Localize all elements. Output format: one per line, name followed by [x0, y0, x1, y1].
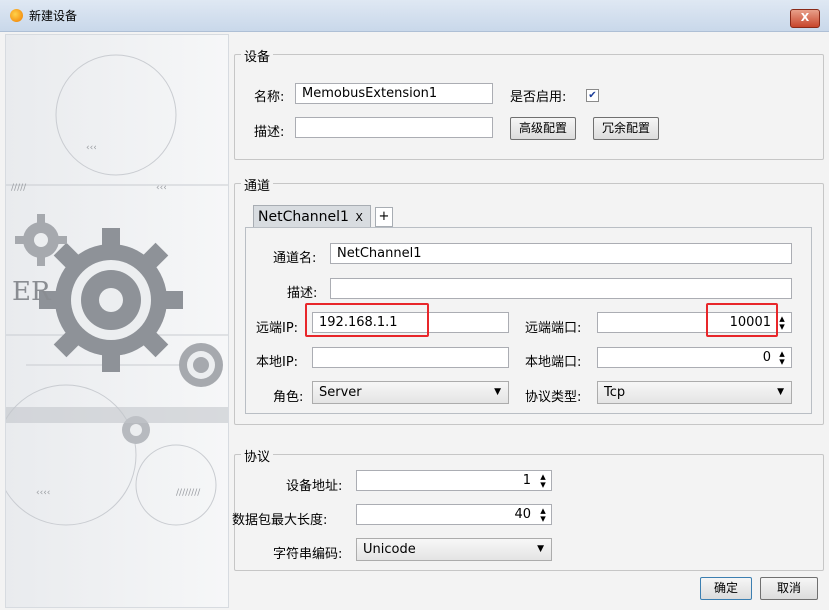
chevron-down-icon: ▼	[494, 387, 501, 397]
device-name-input[interactable]: MemobusExtension1	[295, 83, 493, 104]
remote-port-label: 远端端口:	[525, 321, 582, 336]
ok-button[interactable]: 确定	[700, 577, 752, 600]
device-address-stepper[interactable]: 1	[356, 470, 552, 491]
remote-port-highlight	[706, 303, 778, 337]
svg-text:‹‹‹: ‹‹‹	[86, 143, 97, 153]
encoding-select[interactable]: Unicode ▼	[356, 538, 552, 561]
redundancy-config-button[interactable]: 冗余配置	[593, 117, 659, 140]
local-port-label: 本地端口:	[525, 355, 582, 370]
gears-illustration: ‹‹‹ ‹‹‹ ///// ‹‹‹‹ ////////	[6, 54, 228, 526]
tab-close-icon[interactable]: X	[355, 211, 363, 224]
channel-desc-label: 描述:	[287, 286, 318, 301]
protocol-type-label: 协议类型:	[525, 390, 582, 405]
local-port-stepper[interactable]: 0	[597, 347, 792, 368]
device-group: 设备	[234, 46, 824, 160]
svg-text:‹‹‹: ‹‹‹	[156, 183, 167, 193]
max-packet-spin-icon[interactable]: ▴ ▾	[538, 505, 548, 524]
channel-name-input[interactable]: NetChannel1	[330, 243, 792, 264]
device-address-label: 设备地址:	[286, 479, 343, 494]
svg-text:////////: ////////	[176, 488, 201, 498]
device-desc-input[interactable]	[295, 117, 493, 138]
tab-netchannel1[interactable]: NetChannel1 X	[253, 205, 371, 228]
max-packet-label: 数据包最大长度:	[232, 513, 328, 528]
cancel-button[interactable]: 取消	[760, 577, 818, 600]
role-value: Server	[319, 385, 362, 400]
remote-ip-label: 远端IP:	[256, 321, 299, 336]
dialog-window: 新建设备 X ‹‹‹ ‹‹‹ ///// ‹‹‹‹ //////// ER 设备…	[0, 0, 829, 610]
max-packet-stepper[interactable]: 40	[356, 504, 552, 525]
device-legend: 设备	[241, 46, 274, 65]
close-button[interactable]: X	[790, 9, 820, 28]
role-select[interactable]: Server ▼	[312, 381, 509, 404]
protocol-type-select[interactable]: Tcp ▼	[597, 381, 792, 404]
side-artwork: ‹‹‹ ‹‹‹ ///// ‹‹‹‹ //////// ER	[5, 34, 229, 608]
local-port-spin-icon[interactable]: ▴ ▾	[777, 348, 787, 367]
device-desc-label: 描述:	[254, 125, 285, 140]
window-title: 新建设备	[29, 9, 78, 23]
channel-legend: 通道	[241, 175, 274, 194]
chevron-down-icon: ▼	[777, 387, 784, 397]
encoding-value: Unicode	[363, 542, 416, 557]
protocol-type-value: Tcp	[604, 385, 626, 400]
title-bar[interactable]: 新建设备 X	[0, 0, 829, 32]
role-label: 角色:	[273, 390, 304, 405]
device-address-spin-icon[interactable]: ▴ ▾	[538, 471, 548, 490]
channel-desc-input[interactable]	[330, 278, 792, 299]
protocol-legend: 协议	[241, 446, 274, 465]
local-ip-label: 本地IP:	[256, 355, 299, 370]
enable-label: 是否启用:	[510, 90, 567, 105]
svg-text://///: /////	[11, 183, 27, 193]
tab-label: NetChannel1	[258, 209, 349, 225]
advanced-config-button[interactable]: 高级配置	[510, 117, 576, 140]
app-icon	[10, 9, 23, 22]
enable-checkbox[interactable]: ✔	[586, 89, 599, 102]
chevron-down-icon: ▼	[537, 544, 544, 554]
art-lettering: ER	[12, 277, 51, 307]
encoding-label: 字符串编码:	[273, 547, 343, 562]
remote-ip-highlight	[305, 303, 429, 337]
channel-name-label: 通道名:	[273, 251, 317, 266]
remote-port-spin-icon[interactable]: ▴ ▾	[777, 313, 787, 332]
local-ip-input[interactable]	[312, 347, 509, 368]
device-name-label: 名称:	[254, 90, 285, 105]
svg-text:‹‹‹‹: ‹‹‹‹	[36, 488, 50, 498]
add-tab-button[interactable]: +	[375, 207, 393, 227]
